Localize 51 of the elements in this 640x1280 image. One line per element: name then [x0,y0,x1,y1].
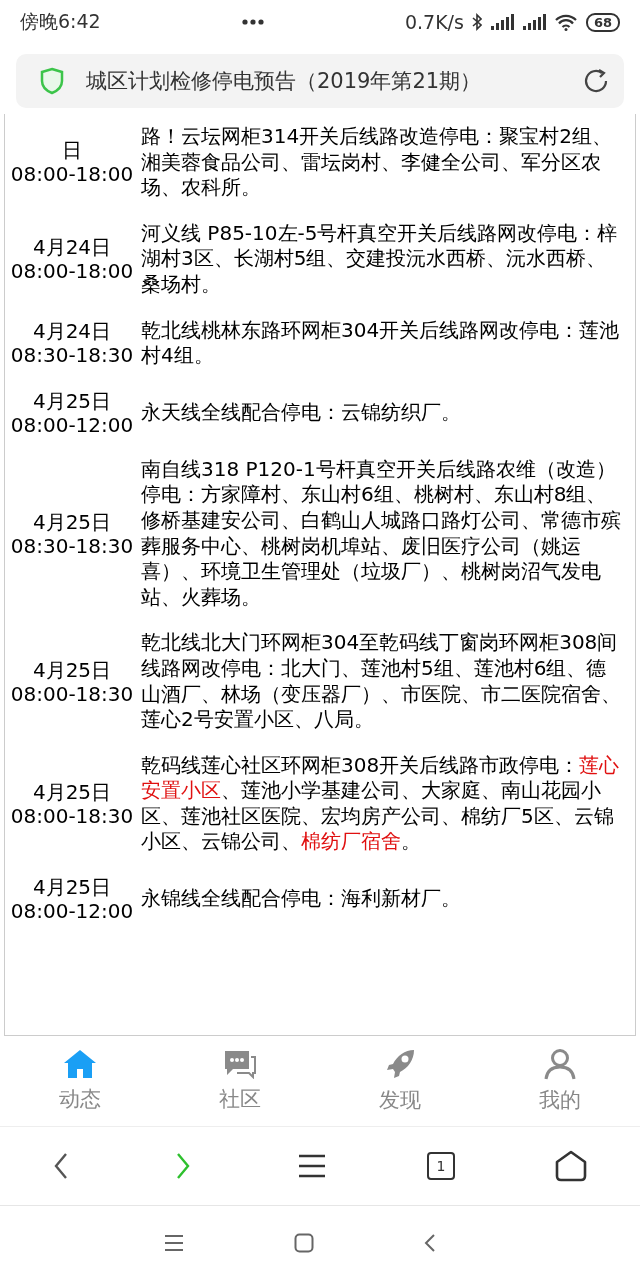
notice-time: 08:00-12:00 [10,412,134,437]
network-speed: 0.7K/s [404,11,464,33]
refresh-icon[interactable] [582,67,610,95]
notice-text: 永锦线全线配合停电：海利新材厂。 [141,886,462,912]
notice-text: 河义线 P85-10左-5号杆真空开关后线路网改停电：梓湖村3区、长湖村5组、交建投沅水西桥、沅水西桥、桑场村。 [141,220,619,298]
notice-date: 4月24日 [32,235,112,260]
notice-time: 08:30-18:30 [10,533,134,558]
notice-date: 4月25日 [32,388,112,413]
back-icon[interactable] [424,1233,436,1253]
notice-text: 乾码线莲心社区环网柜308开关后线路市政停电：莲心安置小区、莲池小学基建公司、大家庭、南山花园小区、莲池社区医院、宏均房产公司、棉纺厂5区、云锦小区、云锦公司、棉纺厂宿舍。 [141,752,621,856]
notice-date: 4月24日 [32,319,112,344]
address-bar[interactable]: 城区计划检修停电预告（2019年第21期） [16,54,624,108]
home-icon [555,1150,587,1182]
chat-icon [223,1049,257,1079]
notice-time: 08:00-18:30 [10,681,134,706]
chevron-left-icon [53,1152,69,1180]
chevron-right-icon [175,1152,191,1180]
notice-text: 乾北线桃林东路环网柜304开关后线路网改停电：莲池村4组。 [141,317,621,369]
more-dots-icon [241,19,264,25]
notice-time: 08:00-18:30 [10,803,134,828]
notice-date: 4月25日 [32,779,112,804]
signal-icon [521,14,546,30]
square-icon[interactable] [294,1233,314,1253]
page-title: 城区计划检修停电预告（2019年第21期） [86,68,483,95]
notice-date: 4月25日 [32,509,112,534]
battery-level: 68 [585,12,620,32]
user-icon [543,1048,577,1080]
menu-icon [297,1153,327,1179]
nav-tab[interactable]: 动态 [0,1036,160,1126]
notice-date: 4月25日 [32,657,112,682]
wifi-icon [553,13,578,31]
signal-icon [489,14,514,30]
notice-time: 08:00-12:00 [10,899,134,924]
status-time: 傍晚6:42 [20,9,101,34]
shield-icon [40,67,64,95]
notice-time: 08:30-18:30 [10,343,134,368]
home-icon [63,1049,97,1079]
notice-date: 日 [62,138,82,163]
notice-time: 08:00-18:00 [10,259,134,284]
nav-tab[interactable]: 发现 [320,1036,480,1126]
notice-time: 08:00-18:00 [10,162,134,187]
nav-tab[interactable]: 我的 [480,1036,640,1126]
notice-text: 路！云坛网柜314开关后线路改造停电：聚宝村2组、湘美蓉食品公司、雷坛岗村、李健全公司、军分区农场、农科所。 [141,124,613,201]
notice-text: 南自线318 P120-1号杆真空开关后线路农维（改造）停电：方家障村、东山村6组、桃树村、东山村8组、修桥基建安公司、白鹤山人城路口路灯公司、常德市殡葬服务中心、桃树岗机埠站、废旧医疗公司（姚运喜）、环境卫生管理处（垃圾厂）、桃树岗沼气发电站、火葬场。 [141,456,622,611]
notice-text: 乾北线北大门环网柜304至乾码线丁窗岗环网柜308间线路网改停电：北大门、莲池村5组、莲池村6组、德山酒厂、林场（变压器厂）、市医院、市二医院宿舍、莲心2号安置小区、八局。 [141,630,622,733]
tab-count-button[interactable]: 1 [427,1152,455,1180]
menu-icon[interactable] [164,1234,184,1252]
notice-text: 永天线全线配合停电：云锦纺织厂。 [141,399,462,426]
nav-tab[interactable]: 社区 [160,1036,320,1126]
notice-date: 4月25日 [32,875,112,900]
bluetooth-icon [471,13,482,31]
